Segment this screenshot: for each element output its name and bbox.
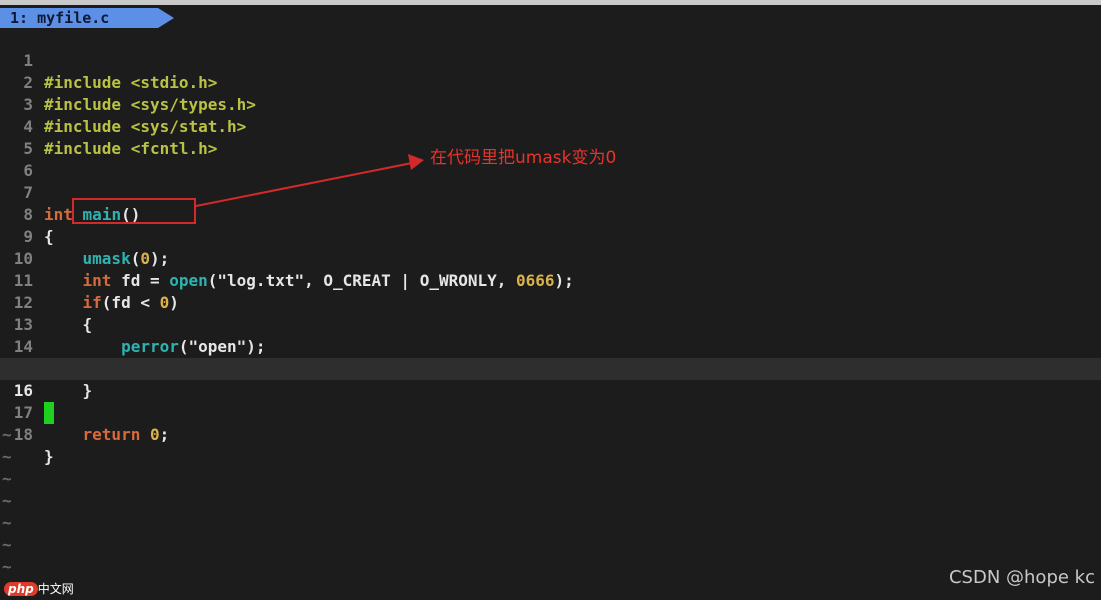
php-site-label: 中文网: [37, 582, 74, 596]
empty-line-marker: ~: [2, 447, 12, 466]
php-badge: php: [4, 582, 38, 596]
current-line[interactable]: 16: [0, 358, 1101, 424]
empty-line-marker: ~: [2, 535, 12, 554]
code-line: 3 #include <sys/stat.h>: [0, 72, 1101, 136]
code-line: 13 perror("open");: [0, 292, 1101, 356]
code-line: 1 #include <stdio.h>: [0, 28, 1101, 92]
code-line: 4 #include <fcntl.h>: [0, 94, 1101, 158]
empty-line-marker: ~: [2, 557, 12, 576]
buffer-tab-bar: 1: myfile.c: [0, 5, 1101, 28]
code-editor[interactable]: 1 #include <stdio.h> 2 #include <sys/typ…: [0, 28, 1101, 578]
empty-line-marker: ~: [2, 513, 12, 532]
annotation-highlight-box: [72, 198, 196, 224]
tab-arrow-icon: [158, 8, 174, 28]
empty-line-marker: ~: [2, 425, 12, 444]
buffer-tab[interactable]: 1: myfile.c: [0, 8, 158, 28]
empty-line-marker: ~: [2, 469, 12, 488]
code-line: 17 return 0;: [0, 380, 1101, 444]
code-line: 11 if(fd < 0): [0, 248, 1101, 312]
code-line: 10 int fd = open("log.txt", O_CREAT | O_…: [0, 226, 1101, 290]
watermark-csdn: CSDN @hope kc: [948, 567, 1095, 588]
code-line: 5: [0, 116, 1101, 158]
code-line: 12 {: [0, 270, 1101, 334]
empty-line-marker: ~: [2, 491, 12, 510]
code-line: 14 return 1;: [0, 314, 1101, 378]
annotation-label: 在代码里把umask变为0: [430, 148, 617, 168]
code-line: 18 }: [0, 402, 1101, 466]
code-line: 15 }: [0, 336, 1101, 400]
terminal-screen: 1: myfile.c 1 #include <stdio.h> 2 #incl…: [0, 0, 1101, 600]
watermark-php-logo: php 中文网: [4, 580, 74, 597]
code-line: 2 #include <sys/types.h>: [0, 50, 1101, 114]
